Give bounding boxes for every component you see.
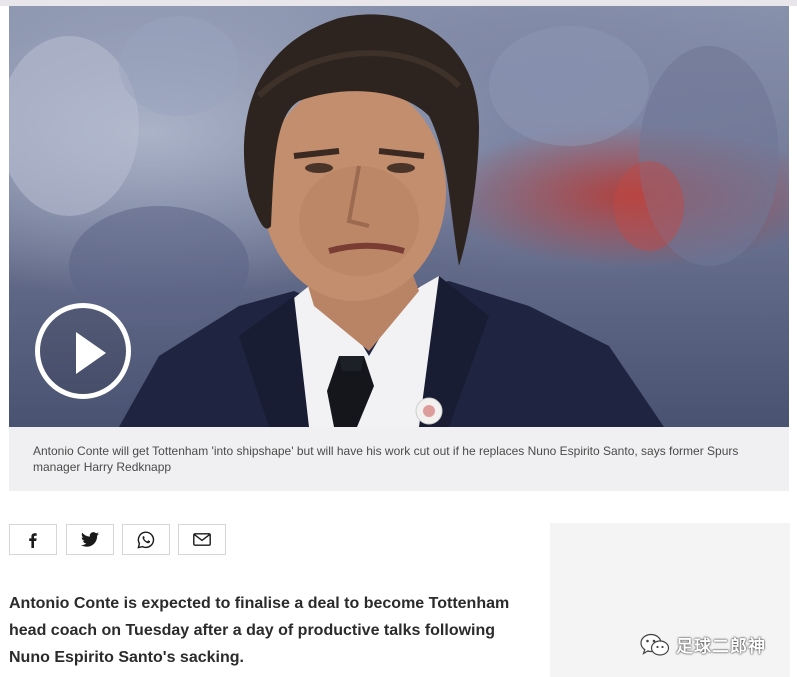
watermark-text: 足球二郎神 — [676, 637, 766, 656]
share-twitter-button[interactable] — [66, 524, 114, 555]
email-icon — [193, 533, 211, 546]
share-facebook-button[interactable] — [9, 524, 57, 555]
facebook-icon — [29, 532, 37, 548]
video-player[interactable] — [9, 6, 789, 427]
wechat-watermark: 足球二郎神 — [640, 632, 766, 657]
wechat-icon — [640, 633, 670, 656]
article-lead-paragraph: Antonio Conte is expected to finalise a … — [9, 595, 510, 666]
video-caption: Antonio Conte will get Tottenham 'into s… — [9, 427, 789, 491]
whatsapp-icon — [137, 530, 155, 549]
share-whatsapp-button[interactable] — [122, 524, 170, 555]
twitter-icon — [81, 532, 99, 547]
play-button[interactable] — [35, 303, 131, 399]
share-email-button[interactable] — [178, 524, 226, 555]
play-icon — [76, 332, 106, 374]
